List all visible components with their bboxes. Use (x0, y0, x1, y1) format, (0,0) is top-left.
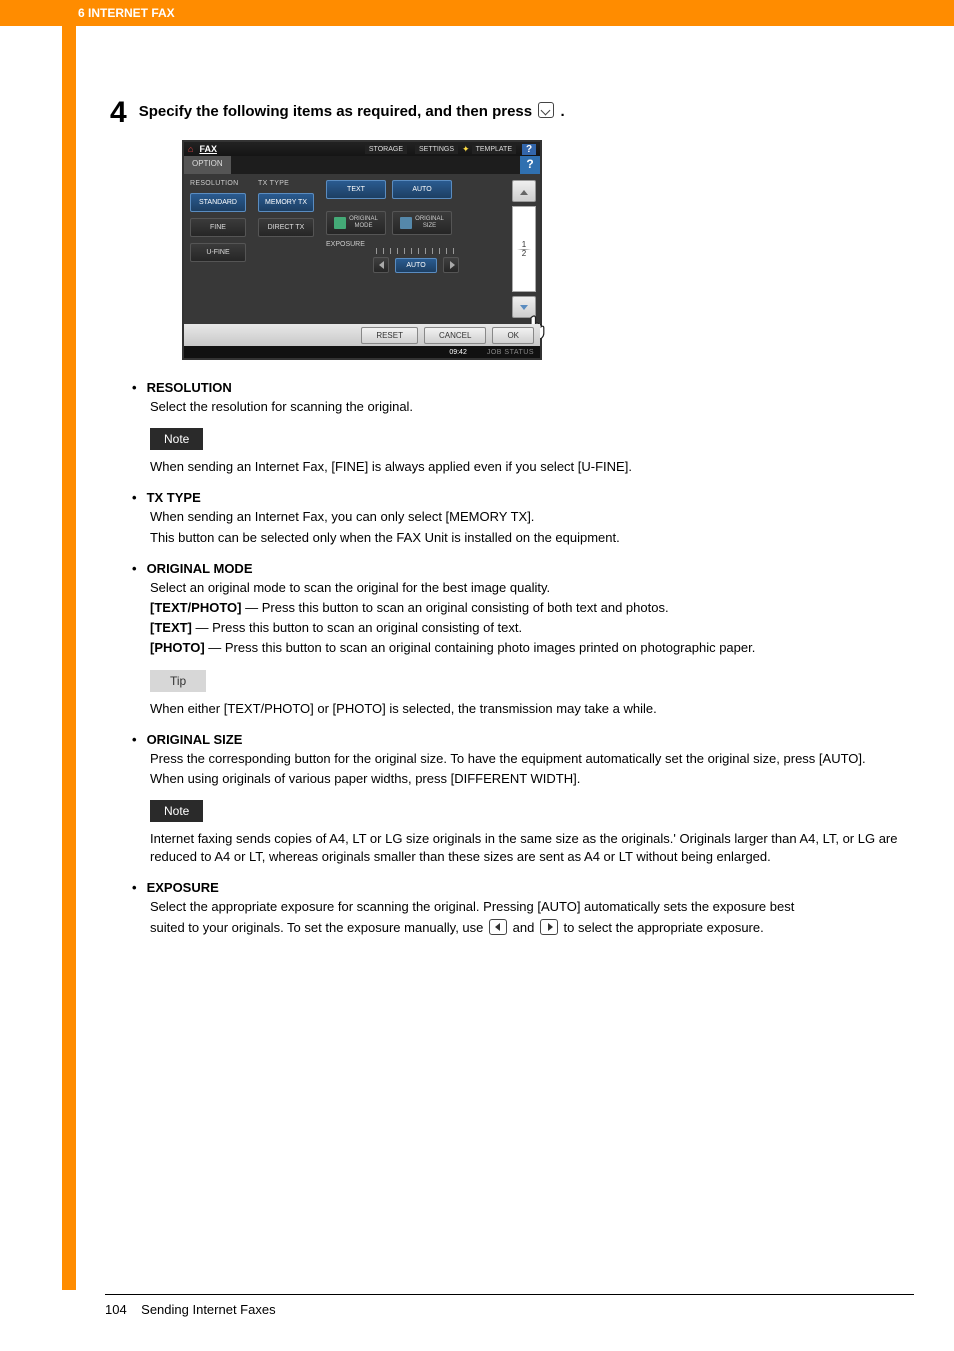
scr-reset-button[interactable]: RESET (361, 327, 418, 344)
scr-exposure-slider[interactable] (376, 248, 456, 254)
note-label: Note (150, 800, 203, 822)
scr-option-tab[interactable]: OPTION (184, 156, 231, 174)
bullet-originalmode-line1: Select an original mode to scan the orig… (150, 579, 914, 597)
scr-btn-memorytx[interactable]: MEMORY TX (258, 193, 314, 212)
scr-ok-button[interactable]: OK (492, 327, 534, 344)
p-label: [PHOTO] (150, 640, 205, 655)
bullet-exposure: • EXPOSURE Select the appropriate exposu… (132, 880, 914, 936)
step-text-after: . (560, 103, 564, 120)
footer-rule (105, 1294, 914, 1295)
scr-tab-settings[interactable]: SETTINGS (415, 145, 458, 154)
bullet-resolution: • RESOLUTION Select the resolution for s… (132, 380, 914, 476)
step-number: 4 (110, 96, 127, 128)
scr-btn-fine[interactable]: FINE (190, 218, 246, 237)
scr-card-original-size[interactable]: ORIGINAL SIZE (392, 211, 452, 235)
bullet-txtype: • TX TYPE When sending an Internet Fax, … (132, 490, 914, 546)
bullet-originalsize-line2: When using originals of various paper wi… (150, 770, 914, 788)
scr-exposure-auto[interactable]: AUTO (395, 258, 436, 273)
scr-exposure-right-icon[interactable] (443, 257, 459, 273)
bullet-txtype-line1: When sending an Internet Fax, you can on… (150, 508, 914, 526)
scr-resolution-label: RESOLUTION (190, 180, 252, 187)
bullet-originalmode-t: [TEXT] — Press this button to scan an or… (150, 619, 914, 637)
bullet-dot: • (132, 732, 137, 747)
scr-cancel-button[interactable]: CANCEL (424, 327, 486, 344)
step-text-before: Specify the following items as required,… (139, 103, 537, 120)
scr-card-original-size-label: ORIGINAL SIZE (415, 216, 444, 229)
original-size-icon (400, 217, 412, 229)
tp-text: — Press this button to scan an original … (241, 600, 668, 615)
scr-exposure-left-icon[interactable] (373, 257, 389, 273)
step-instruction: Specify the following items as required,… (139, 96, 565, 120)
bullet-originalsize: • ORIGINAL SIZE Press the corresponding … (132, 732, 914, 867)
bullet-exposure-title: EXPOSURE (147, 880, 219, 895)
scr-btn-standard[interactable]: STANDARD (190, 193, 246, 212)
bullet-dot: • (132, 561, 137, 576)
note-originalsize-text: Internet faxing sends copies of A4, LT o… (150, 830, 914, 866)
tip-label: Tip (150, 670, 206, 692)
bullet-dot: • (132, 380, 137, 395)
scr-card-original-mode[interactable]: ORIGINAL MODE (326, 211, 386, 235)
bullet-txtype-line2: This button can be selected only when th… (150, 529, 914, 547)
tip-originalmode-text: When either [TEXT/PHOTO] or [PHOTO] is s… (150, 700, 914, 718)
note-label: Note (150, 428, 203, 450)
scr-fax-title: FAX (199, 144, 217, 154)
scr-exposure-label: EXPOSURE (326, 241, 506, 248)
page-number: 104 (105, 1302, 127, 1317)
device-screenshot: ⌂ FAX STORAGE SETTINGS ✦ TEMPLATE ? OPTI… (182, 140, 542, 360)
page-footer-title: Sending Internet Faxes (141, 1302, 275, 1317)
bullet-originalsize-title: ORIGINAL SIZE (147, 732, 243, 747)
scr-status-bar: 09:42 JOB STATUS (184, 346, 540, 358)
scr-btn-auto-top[interactable]: AUTO (392, 180, 452, 199)
bullet-exposure-line2: suited to your originals. To set the exp… (150, 919, 914, 937)
t-label: [TEXT] (150, 620, 192, 635)
t-text: — Press this button to scan an original … (192, 620, 522, 635)
scr-footer: RESET CANCEL OK (184, 324, 540, 346)
bullet-dot: • (132, 880, 137, 895)
bullet-originalmode-tp: [TEXT/PHOTO] — Press this button to scan… (150, 599, 914, 617)
scr-body: RESOLUTION STANDARD FINE U-FINE TX TYPE … (184, 174, 540, 324)
scr-time: 09:42 (449, 349, 467, 356)
chapter-header: 6 INTERNET FAX (0, 0, 954, 26)
scr-help-icon[interactable]: ? (520, 156, 540, 174)
down-arrow-icon (538, 102, 554, 118)
scr-btn-ufine[interactable]: U-FINE (190, 243, 246, 262)
scr-page-indicator: 1 2 (512, 206, 536, 292)
scr-option-row: OPTION ? (184, 156, 540, 174)
original-mode-icon (334, 217, 346, 229)
bullet-resolution-body: Select the resolution for scanning the o… (150, 398, 914, 416)
scr-page-up-icon[interactable] (512, 180, 536, 202)
exposure-line2-post: to select the appropriate exposure. (564, 920, 764, 935)
scr-page-total: 2 (513, 249, 535, 258)
page-footer: 104 Sending Internet Faxes (105, 1302, 276, 1317)
scr-tab-storage[interactable]: STORAGE (365, 145, 407, 154)
scr-job-status[interactable]: JOB STATUS (487, 349, 534, 356)
bullet-originalmode: • ORIGINAL MODE Select an original mode … (132, 561, 914, 718)
bullet-dot: • (132, 490, 137, 505)
step-row: 4 Specify the following items as require… (110, 96, 914, 128)
p-text: — Press this button to scan an original … (205, 640, 756, 655)
scr-tab-template[interactable]: TEMPLATE (472, 145, 516, 154)
tp-label: [TEXT/PHOTO] (150, 600, 241, 615)
right-arrow-icon (540, 919, 558, 935)
exposure-line2-pre: suited to your originals. To set the exp… (150, 920, 487, 935)
bullet-list: • RESOLUTION Select the resolution for s… (132, 380, 914, 937)
bullet-exposure-line1: Select the appropriate exposure for scan… (150, 898, 914, 916)
scr-txtype-label: TX TYPE (258, 180, 320, 187)
bullet-originalsize-line1: Press the corresponding button for the o… (150, 750, 914, 768)
exposure-line2-mid: and (513, 920, 538, 935)
scr-help-icon-top[interactable]: ? (522, 144, 536, 155)
scr-titlebar: ⌂ FAX STORAGE SETTINGS ✦ TEMPLATE ? (184, 142, 540, 156)
left-arrow-icon (489, 919, 507, 935)
bullet-originalmode-title: ORIGINAL MODE (147, 561, 253, 576)
scr-page-current: 1 (513, 240, 535, 249)
scr-btn-directtx[interactable]: DIRECT TX (258, 218, 314, 237)
bullet-originalmode-p: [PHOTO] — Press this button to scan an o… (150, 639, 914, 657)
note-resolution-text: When sending an Internet Fax, [FINE] is … (150, 458, 914, 476)
scr-card-original-mode-label: ORIGINAL MODE (349, 216, 378, 229)
scr-btn-text[interactable]: TEXT (326, 180, 386, 199)
bullet-txtype-title: TX TYPE (147, 490, 201, 505)
bullet-resolution-title: RESOLUTION (147, 380, 232, 395)
